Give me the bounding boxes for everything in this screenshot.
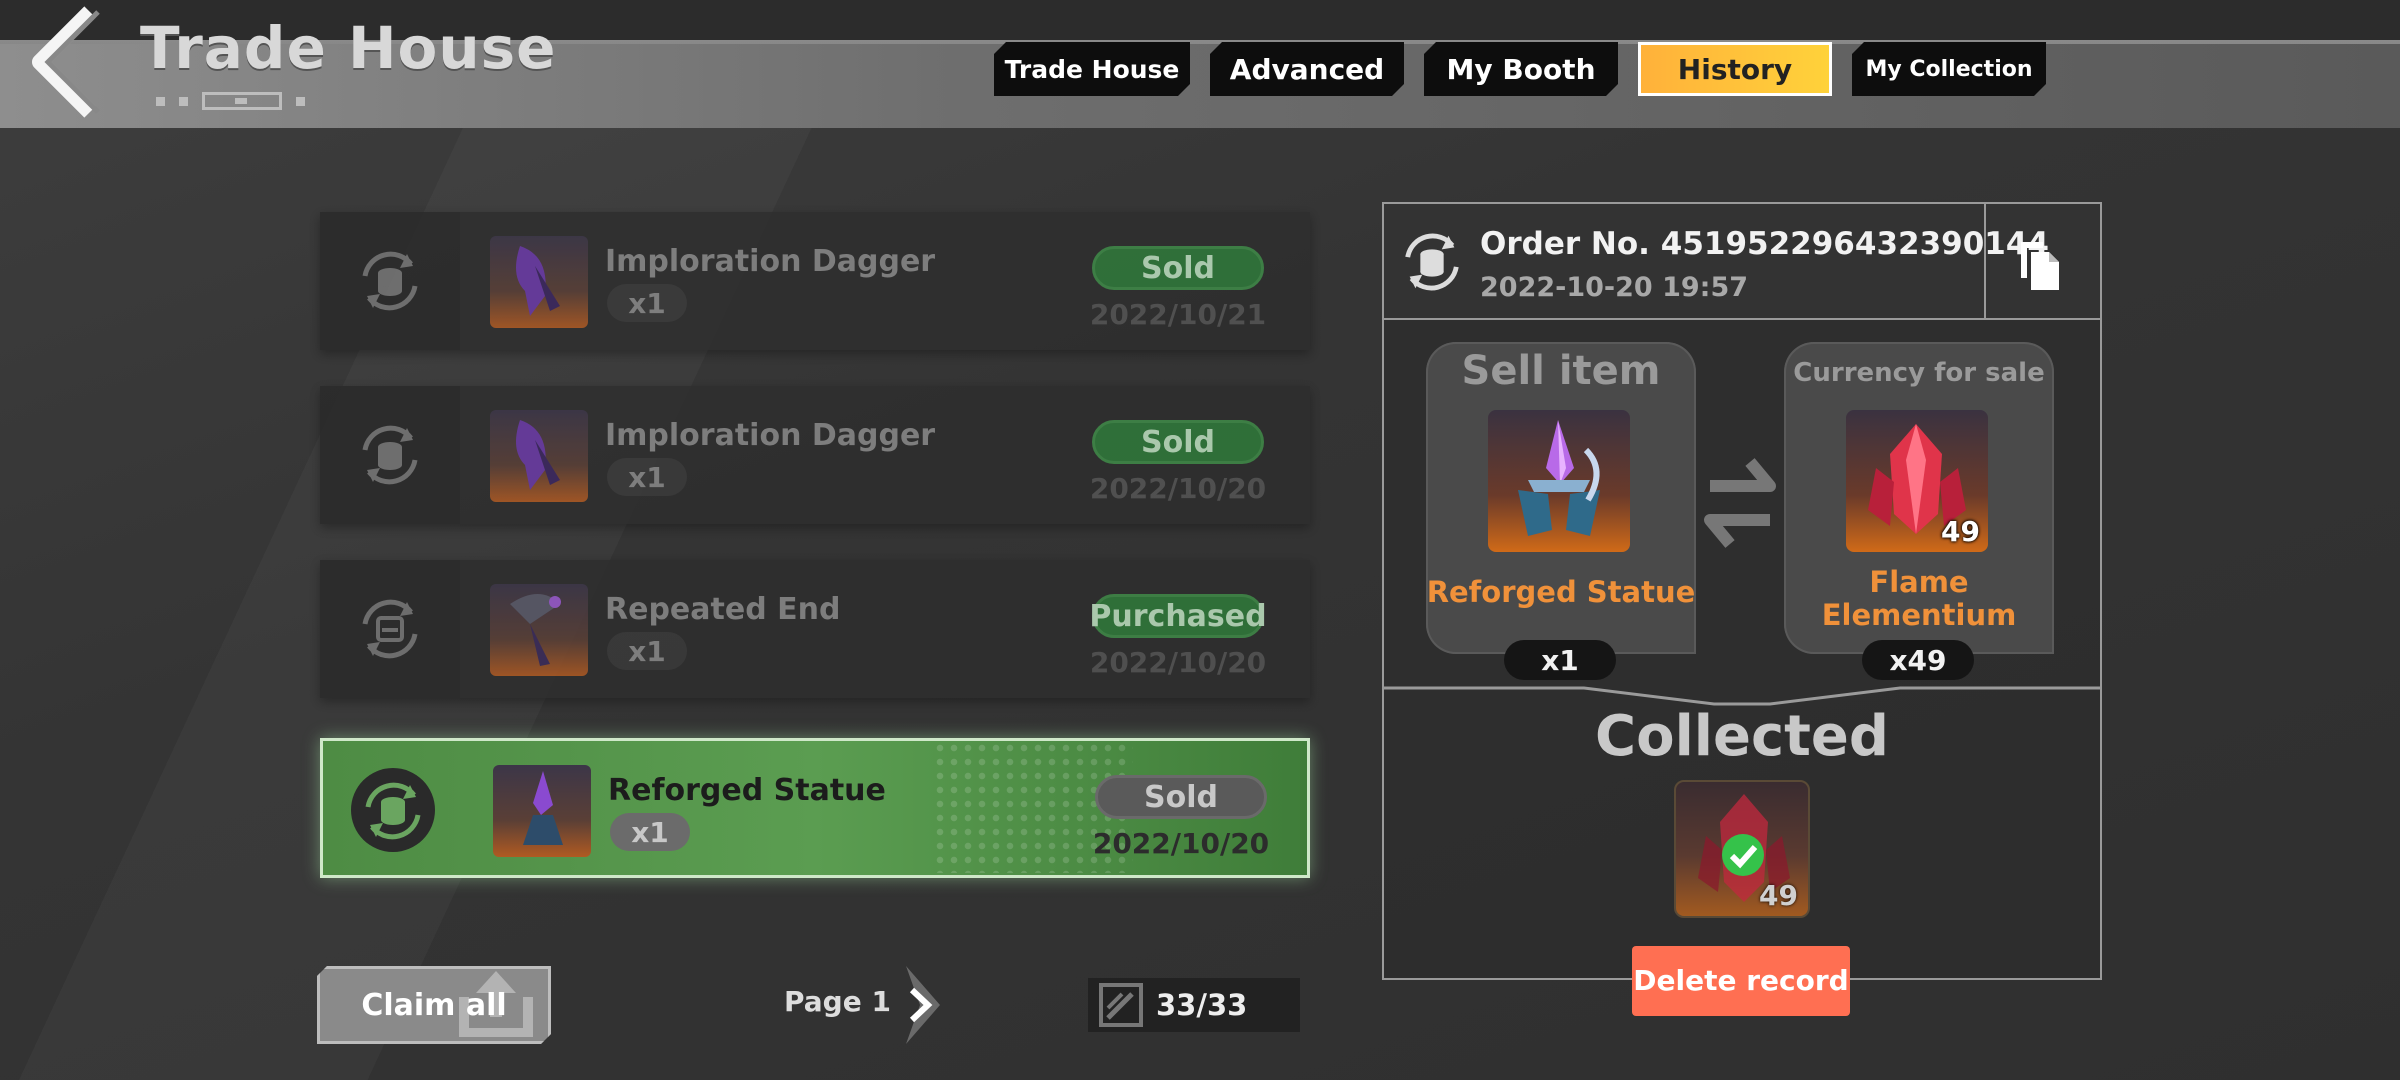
currency-card: Currency for sale 49 Flame Elementium x4…: [1784, 342, 2054, 680]
trade-date: 2022/10/21: [1089, 298, 1267, 331]
swap-arrows-icon: [1704, 458, 1776, 548]
title-decoration: [156, 92, 305, 110]
status-badge: Sold: [1092, 246, 1264, 290]
currency-exchange-icon: [362, 251, 418, 311]
row-type-icon: [320, 560, 460, 698]
tab-my-booth[interactable]: My Booth: [1424, 42, 1618, 96]
tab-bar: Trade House Advanced My Booth History My…: [994, 42, 2046, 96]
order-number: Order No. 451952296432390144: [1480, 226, 2050, 262]
order-time: 2022-10-20 19:57: [1480, 272, 1749, 303]
trade-date: 2022/10/20: [1089, 646, 1267, 679]
sell-item-card: Sell item Reforged Statue x1: [1426, 342, 1696, 680]
tab-trade-house[interactable]: Trade House: [994, 42, 1190, 96]
currency-image: 49: [1846, 410, 1988, 552]
history-row-selected[interactable]: Reforged Statue x1 Sold 2022/10/20: [320, 738, 1310, 878]
header-divider: [1984, 204, 1986, 318]
item-quantity: x1: [607, 284, 687, 322]
collected-item: 49: [1674, 780, 1810, 918]
sell-item-title: Sell item: [1461, 348, 1661, 394]
back-button[interactable]: [20, 4, 120, 120]
sell-item-name: Reforged Statue: [1426, 575, 1696, 609]
order-detail-panel: Order No. 451952296432390144 2022-10-20 …: [1382, 202, 2102, 980]
item-quantity: x1: [610, 813, 690, 851]
currency-exchange-icon: [1405, 233, 1459, 291]
history-row[interactable]: Repeated End x1 Purchased 2022/10/20: [320, 560, 1310, 698]
listing-counter: 33/33: [1088, 978, 1300, 1032]
trade-date: 2022/10/20: [1092, 827, 1270, 860]
collected-title: Collected: [1595, 704, 1889, 769]
next-page-icon[interactable]: [898, 962, 948, 1048]
status-badge: Purchased: [1089, 594, 1267, 638]
currency-badge: 49: [1941, 515, 1980, 548]
currency-title: Currency for sale: [1793, 358, 2045, 388]
item-name: Reforged Statue: [608, 773, 886, 808]
item-thumbnail: [493, 765, 591, 857]
claim-all-button[interactable]: Claim all: [317, 966, 551, 1044]
delete-record-button[interactable]: Delete record: [1632, 946, 1850, 1016]
history-row[interactable]: Imploration Dagger x1 Sold 2022/10/20: [320, 386, 1310, 524]
tab-advanced[interactable]: Advanced: [1210, 42, 1404, 96]
page-title: Trade House: [140, 14, 557, 82]
check-icon: [1722, 834, 1764, 876]
item-quantity: x1: [607, 458, 687, 496]
row-type-icon: [320, 212, 460, 350]
status-badge: Sold: [1095, 775, 1267, 819]
collected-badge: 49: [1759, 879, 1798, 912]
history-row[interactable]: Imploration Dagger x1 Sold 2022/10/21: [320, 212, 1310, 350]
edit-icon: [1099, 983, 1143, 1027]
currency-exchange-icon: [362, 425, 418, 485]
claim-icon: [454, 967, 538, 1037]
sell-item-image: [1488, 410, 1630, 552]
item-name: Imploration Dagger: [605, 244, 936, 279]
trade-date: 2022/10/20: [1089, 472, 1267, 505]
item-exchange-icon: [362, 599, 418, 659]
back-chevron-icon: [32, 6, 100, 118]
item-thumbnail: [490, 410, 588, 502]
item-name: Repeated End: [605, 592, 841, 627]
currency-name: Flame Elementium: [1821, 565, 2017, 632]
tab-history[interactable]: History: [1638, 42, 1832, 96]
tab-my-collection[interactable]: My Collection: [1852, 42, 2046, 96]
currency-quantity: x49: [1862, 640, 1974, 680]
item-quantity: x1: [607, 632, 687, 670]
item-thumbnail: [490, 236, 588, 328]
order-header: Order No. 451952296432390144 2022-10-20 …: [1384, 204, 2100, 320]
copy-icon[interactable]: [2017, 238, 2063, 294]
item-thumbnail: [490, 584, 588, 676]
status-badge: Sold: [1092, 420, 1264, 464]
currency-exchange-icon: [351, 768, 435, 852]
item-name: Imploration Dagger: [605, 418, 936, 453]
sell-item-quantity: x1: [1504, 640, 1616, 680]
row-type-icon: [323, 741, 463, 879]
counter-value: 33/33: [1156, 988, 1248, 1022]
page-indicator: Page 1: [784, 985, 891, 1018]
row-type-icon: [320, 386, 460, 524]
